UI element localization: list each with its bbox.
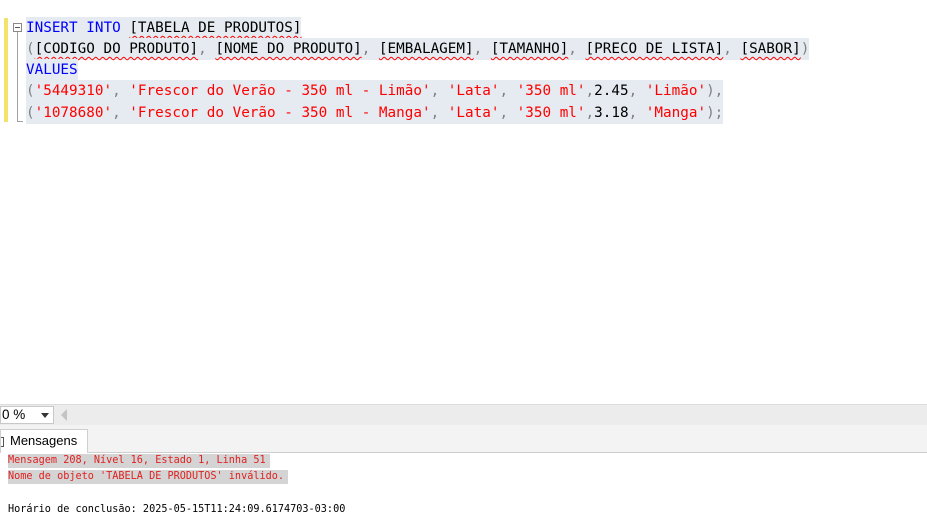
chevron-down-icon[interactable] — [41, 413, 49, 418]
code-token: INSERT — [26, 20, 78, 36]
zoom-level-select[interactable]: 0 % — [0, 406, 54, 424]
code-token: [NOME DO PRODUTO] — [215, 41, 362, 57]
code-token: , — [112, 105, 130, 121]
code-token: '5449310' — [34, 83, 113, 99]
code-token: [EMBALAGEM] — [378, 41, 474, 57]
code-line[interactable]: INSERT INTO [TABELA DE PRODUTOS] — [26, 17, 302, 39]
scroll-left-icon[interactable] — [61, 409, 67, 421]
code-token: 2.45 — [594, 83, 629, 99]
code-token: [TAMANHO] — [490, 41, 569, 57]
code-token: , — [112, 83, 130, 99]
collapse-region-icon[interactable] — [13, 23, 22, 32]
code-line[interactable]: ('1078680', 'Frescor do Verão - 350 ml -… — [26, 102, 724, 124]
code-token: 'Limão' — [645, 83, 707, 99]
code-token: [PRECO DE LISTA] — [585, 41, 724, 57]
code-token: [TABELA DE PRODUTOS] — [129, 20, 302, 36]
code-line[interactable]: ('5449310', 'Frescor do Verão - 350 ml -… — [26, 80, 724, 102]
code-token: , — [361, 41, 379, 57]
code-token: 3.18 — [594, 105, 629, 121]
results-tab-strip: Mensagens — [0, 425, 927, 453]
zoom-bar: 0 % — [0, 404, 927, 425]
tab-messages-label: Mensagens — [10, 433, 78, 448]
code-token: , — [499, 105, 517, 121]
code-token: ( — [26, 83, 35, 99]
code-token: ) — [800, 41, 810, 57]
zoom-level-value: 0 % — [2, 407, 26, 422]
tab-messages[interactable]: Mensagens — [0, 429, 88, 453]
code-token: VALUES — [26, 62, 78, 78]
code-token: 'Lata' — [447, 105, 500, 121]
messages-panel[interactable]: Mensagem 208, Nível 16, Estado 1, Linha … — [0, 453, 927, 524]
code-token: 'Frescor do Verão - 350 ml - Limão' — [129, 83, 431, 99]
code-token: ); — [706, 105, 724, 121]
code-token: , — [430, 83, 448, 99]
messages-icon — [1, 437, 4, 447]
code-token: ( — [26, 41, 35, 57]
code-token: INTO — [86, 20, 121, 36]
outline-region-end — [17, 121, 23, 122]
change-margin-indicator — [4, 18, 8, 122]
code-token: , — [628, 105, 646, 121]
code-token: , — [723, 41, 741, 57]
code-token: '1078680' — [34, 105, 113, 121]
code-token: [SABOR] — [740, 41, 801, 57]
code-token: 'Manga' — [645, 105, 707, 121]
code-token: [CODIGO DO PRODUTO] — [34, 41, 199, 57]
code-line[interactable]: ([CODIGO DO PRODUTO], [NOME DO PRODUTO],… — [26, 38, 810, 60]
error-message-header: Mensagem 208, Nível 16, Estado 1, Linha … — [8, 454, 270, 468]
code-token: , — [585, 83, 595, 99]
completion-time: Horário de conclusão: 2025-05-15T11:24:0… — [8, 504, 346, 515]
code-token: ( — [26, 105, 35, 121]
outline-region-line — [17, 32, 18, 122]
code-line[interactable]: VALUES — [26, 59, 78, 81]
code-token: '350 ml' — [516, 83, 586, 99]
code-token: , — [585, 105, 595, 121]
code-token: , — [628, 83, 646, 99]
code-token: 'Frescor do Verão - 350 ml - Manga' — [129, 105, 431, 121]
code-token: '350 ml' — [516, 105, 586, 121]
code-token: , — [430, 105, 448, 121]
code-token: ), — [706, 83, 724, 99]
code-token: , — [198, 41, 216, 57]
code-token: , — [499, 83, 517, 99]
error-message-text: Nome de objeto 'TABELA DE PRODUTOS' invá… — [8, 470, 289, 484]
code-token: , — [568, 41, 586, 57]
query-editor[interactable]: INSERT INTO [TABELA DE PRODUTOS] ([CODIG… — [0, 0, 927, 404]
code-token: , — [473, 41, 491, 57]
code-token: 'Lata' — [447, 83, 500, 99]
